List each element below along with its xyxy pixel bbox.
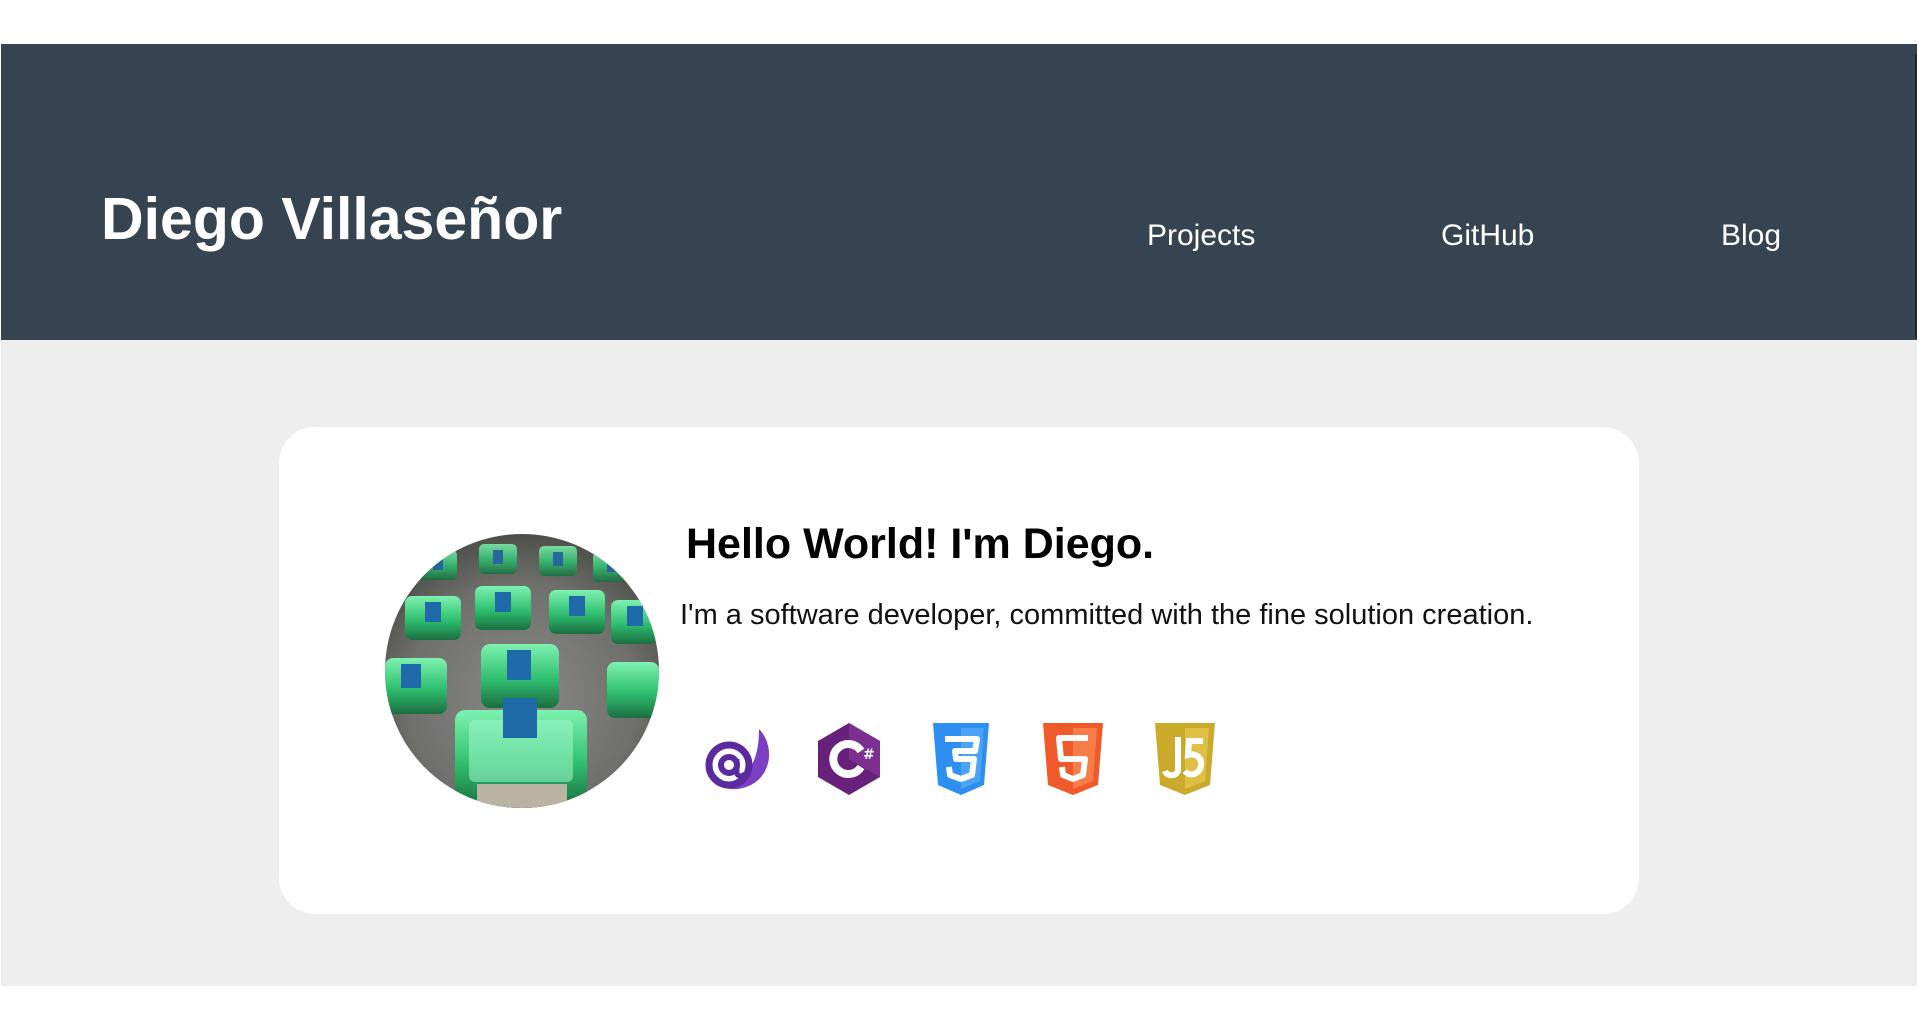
svg-text:#: # [863, 747, 875, 763]
html5-icon [1033, 719, 1113, 799]
main-content: Hello World! I'm Diego. I'm a software d… [1, 340, 1917, 986]
csharp-icon: # [809, 719, 889, 799]
scrollbar-edge [1915, 54, 1917, 338]
intro-heading: Hello World! I'm Diego. [686, 520, 1155, 568]
nav-link-projects[interactable]: Projects [1147, 212, 1255, 260]
blazor-icon [697, 719, 777, 799]
javascript-icon [1145, 719, 1225, 799]
page: Diego Villaseñor Projects GitHub Blog He… [0, 0, 1919, 1031]
css3-icon [921, 719, 1001, 799]
intro-card: Hello World! I'm Diego. I'm a software d… [279, 427, 1639, 914]
profile-avatar [385, 534, 659, 808]
nav-link-blog[interactable]: Blog [1721, 212, 1781, 260]
site-header: Diego Villaseñor Projects GitHub Blog [1, 44, 1917, 340]
intro-description: I'm a software developer, committed with… [680, 599, 1534, 631]
nav-link-github[interactable]: GitHub [1441, 212, 1534, 260]
main-nav: Projects GitHub Blog [1, 212, 1917, 262]
